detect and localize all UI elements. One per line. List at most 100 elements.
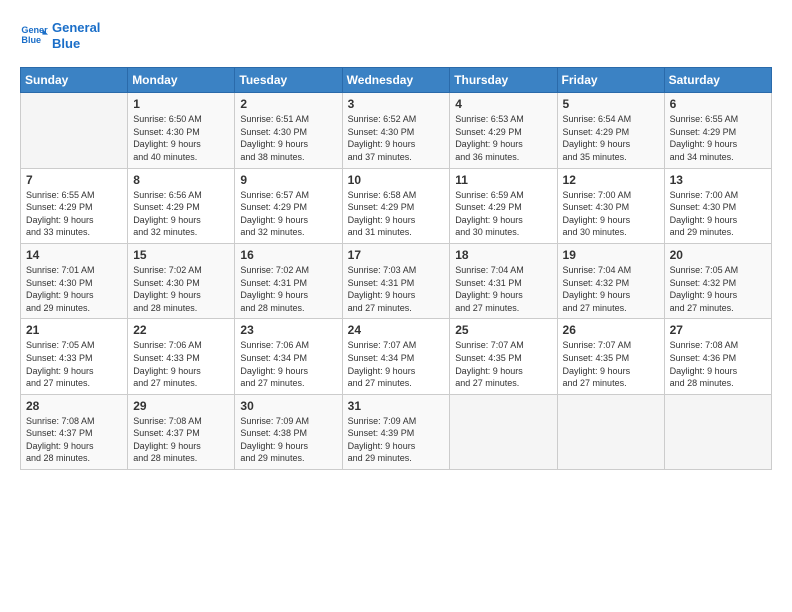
cell-content: Sunrise: 7:06 AM Sunset: 4:33 PM Dayligh… bbox=[133, 339, 229, 389]
day-number: 16 bbox=[240, 248, 336, 262]
day-header-thursday: Thursday bbox=[450, 68, 557, 93]
logo-icon: General Blue bbox=[20, 22, 48, 50]
day-number: 28 bbox=[26, 399, 122, 413]
cell-content: Sunrise: 6:55 AM Sunset: 4:29 PM Dayligh… bbox=[26, 189, 122, 239]
page-header: General Blue GeneralBlue bbox=[20, 20, 772, 51]
day-number: 29 bbox=[133, 399, 229, 413]
day-number: 10 bbox=[348, 173, 445, 187]
day-number: 1 bbox=[133, 97, 229, 111]
calendar-cell: 10 Sunrise: 6:58 AM Sunset: 4:29 PM Dayli… bbox=[342, 168, 450, 243]
calendar-cell: 3 Sunrise: 6:52 AM Sunset: 4:30 PM Daylig… bbox=[342, 93, 450, 168]
calendar-cell: 20Sunrise: 7:05 AM Sunset: 4:32 PM Dayli… bbox=[664, 243, 771, 318]
calendar-cell: 23 Sunrise: 7:06 AM Sunset: 4:34 PM Dayli… bbox=[235, 319, 342, 394]
cell-content: Sunrise: 6:58 AM Sunset: 4:29 PM Dayligh… bbox=[348, 189, 445, 239]
calendar-cell: 30 Sunrise: 7:09 AM Sunset: 4:38 PM Dayli… bbox=[235, 394, 342, 469]
cell-content: Sunrise: 7:00 AM Sunset: 4:30 PM Dayligh… bbox=[670, 189, 766, 239]
calendar-cell: 28 Sunrise: 7:08 AM Sunset: 4:37 PM Dayli… bbox=[21, 394, 128, 469]
day-header-sunday: Sunday bbox=[21, 68, 128, 93]
day-number: 23 bbox=[240, 323, 336, 337]
calendar-cell: 18Sunrise: 7:04 AM Sunset: 4:31 PM Dayli… bbox=[450, 243, 557, 318]
day-header-tuesday: Tuesday bbox=[235, 68, 342, 93]
cell-content: Sunrise: 6:53 AM Sunset: 4:29 PM Dayligh… bbox=[455, 113, 551, 163]
calendar-cell: 14 Sunrise: 7:01 AM Sunset: 4:30 PM Dayli… bbox=[21, 243, 128, 318]
calendar-cell: 26Sunrise: 7:07 AM Sunset: 4:35 PM Dayli… bbox=[557, 319, 664, 394]
cell-content: Sunrise: 7:01 AM Sunset: 4:30 PM Dayligh… bbox=[26, 264, 122, 314]
calendar-cell: 2Sunrise: 6:51 AM Sunset: 4:30 PM Daylig… bbox=[235, 93, 342, 168]
day-number: 30 bbox=[240, 399, 336, 413]
calendar-cell bbox=[450, 394, 557, 469]
day-number: 9 bbox=[240, 173, 336, 187]
cell-content: Sunrise: 6:59 AM Sunset: 4:29 PM Dayligh… bbox=[455, 189, 551, 239]
calendar-cell: 4Sunrise: 6:53 AM Sunset: 4:29 PM Daylig… bbox=[450, 93, 557, 168]
cell-content: Sunrise: 7:06 AM Sunset: 4:34 PM Dayligh… bbox=[240, 339, 336, 389]
day-header-wednesday: Wednesday bbox=[342, 68, 450, 93]
cell-content: Sunrise: 7:07 AM Sunset: 4:34 PM Dayligh… bbox=[348, 339, 445, 389]
cell-content: Sunrise: 7:09 AM Sunset: 4:39 PM Dayligh… bbox=[348, 415, 445, 465]
cell-content: Sunrise: 6:56 AM Sunset: 4:29 PM Dayligh… bbox=[133, 189, 229, 239]
day-header-saturday: Saturday bbox=[664, 68, 771, 93]
day-number: 11 bbox=[455, 173, 551, 187]
day-number: 7 bbox=[26, 173, 122, 187]
calendar-cell: 24Sunrise: 7:07 AM Sunset: 4:34 PM Dayli… bbox=[342, 319, 450, 394]
cell-content: Sunrise: 6:50 AM Sunset: 4:30 PM Dayligh… bbox=[133, 113, 229, 163]
day-number: 21 bbox=[26, 323, 122, 337]
calendar-cell: 22 Sunrise: 7:06 AM Sunset: 4:33 PM Dayli… bbox=[128, 319, 235, 394]
cell-content: Sunrise: 7:02 AM Sunset: 4:31 PM Dayligh… bbox=[240, 264, 336, 314]
calendar-cell: 15Sunrise: 7:02 AM Sunset: 4:30 PM Dayli… bbox=[128, 243, 235, 318]
calendar-cell: 7 Sunrise: 6:55 AM Sunset: 4:29 PM Daylig… bbox=[21, 168, 128, 243]
calendar-cell: 8 Sunrise: 6:56 AM Sunset: 4:29 PM Daylig… bbox=[128, 168, 235, 243]
cell-content: Sunrise: 7:00 AM Sunset: 4:30 PM Dayligh… bbox=[563, 189, 659, 239]
day-number: 12 bbox=[563, 173, 659, 187]
day-number: 5 bbox=[563, 97, 659, 111]
calendar-cell: 6Sunrise: 6:55 AM Sunset: 4:29 PM Daylig… bbox=[664, 93, 771, 168]
cell-content: Sunrise: 7:03 AM Sunset: 4:31 PM Dayligh… bbox=[348, 264, 445, 314]
calendar-cell: 31 Sunrise: 7:09 AM Sunset: 4:39 PM Dayli… bbox=[342, 394, 450, 469]
calendar-cell: 21 Sunrise: 7:05 AM Sunset: 4:33 PM Dayli… bbox=[21, 319, 128, 394]
calendar-cell: 27Sunrise: 7:08 AM Sunset: 4:36 PM Dayli… bbox=[664, 319, 771, 394]
day-number: 3 bbox=[348, 97, 445, 111]
day-number: 20 bbox=[670, 248, 766, 262]
day-number: 14 bbox=[26, 248, 122, 262]
week-row-2: 7 Sunrise: 6:55 AM Sunset: 4:29 PM Daylig… bbox=[21, 168, 772, 243]
cell-content: Sunrise: 7:05 AM Sunset: 4:33 PM Dayligh… bbox=[26, 339, 122, 389]
cell-content: Sunrise: 7:08 AM Sunset: 4:37 PM Dayligh… bbox=[26, 415, 122, 465]
day-number: 6 bbox=[670, 97, 766, 111]
calendar-cell: 13 Sunrise: 7:00 AM Sunset: 4:30 PM Dayli… bbox=[664, 168, 771, 243]
calendar-cell bbox=[557, 394, 664, 469]
day-number: 19 bbox=[563, 248, 659, 262]
calendar-table: SundayMondayTuesdayWednesdayThursdayFrid… bbox=[20, 67, 772, 470]
day-number: 31 bbox=[348, 399, 445, 413]
calendar-cell: 12 Sunrise: 7:00 AM Sunset: 4:30 PM Dayli… bbox=[557, 168, 664, 243]
calendar-cell: 11 Sunrise: 6:59 AM Sunset: 4:29 PM Dayli… bbox=[450, 168, 557, 243]
cell-content: Sunrise: 6:52 AM Sunset: 4:30 PM Dayligh… bbox=[348, 113, 445, 163]
week-row-3: 14 Sunrise: 7:01 AM Sunset: 4:30 PM Dayli… bbox=[21, 243, 772, 318]
week-row-4: 21 Sunrise: 7:05 AM Sunset: 4:33 PM Dayli… bbox=[21, 319, 772, 394]
calendar-body: 1 Sunrise: 6:50 AM Sunset: 4:30 PM Daylig… bbox=[21, 93, 772, 470]
calendar-cell: 1 Sunrise: 6:50 AM Sunset: 4:30 PM Daylig… bbox=[128, 93, 235, 168]
day-number: 17 bbox=[348, 248, 445, 262]
cell-content: Sunrise: 7:08 AM Sunset: 4:37 PM Dayligh… bbox=[133, 415, 229, 465]
cell-content: Sunrise: 6:51 AM Sunset: 4:30 PM Dayligh… bbox=[240, 113, 336, 163]
calendar-header: SundayMondayTuesdayWednesdayThursdayFrid… bbox=[21, 68, 772, 93]
cell-content: Sunrise: 7:07 AM Sunset: 4:35 PM Dayligh… bbox=[455, 339, 551, 389]
day-number: 15 bbox=[133, 248, 229, 262]
day-number: 22 bbox=[133, 323, 229, 337]
week-row-1: 1 Sunrise: 6:50 AM Sunset: 4:30 PM Daylig… bbox=[21, 93, 772, 168]
logo-text: GeneralBlue bbox=[52, 20, 100, 51]
calendar-cell: 25Sunrise: 7:07 AM Sunset: 4:35 PM Dayli… bbox=[450, 319, 557, 394]
svg-text:Blue: Blue bbox=[21, 35, 41, 45]
calendar-cell: 17 Sunrise: 7:03 AM Sunset: 4:31 PM Dayli… bbox=[342, 243, 450, 318]
day-number: 8 bbox=[133, 173, 229, 187]
day-number: 13 bbox=[670, 173, 766, 187]
calendar-cell: 9 Sunrise: 6:57 AM Sunset: 4:29 PM Daylig… bbox=[235, 168, 342, 243]
calendar-cell: 29 Sunrise: 7:08 AM Sunset: 4:37 PM Dayli… bbox=[128, 394, 235, 469]
days-of-week-row: SundayMondayTuesdayWednesdayThursdayFrid… bbox=[21, 68, 772, 93]
cell-content: Sunrise: 7:09 AM Sunset: 4:38 PM Dayligh… bbox=[240, 415, 336, 465]
calendar-cell bbox=[664, 394, 771, 469]
cell-content: Sunrise: 6:54 AM Sunset: 4:29 PM Dayligh… bbox=[563, 113, 659, 163]
calendar-cell: 16 Sunrise: 7:02 AM Sunset: 4:31 PM Dayli… bbox=[235, 243, 342, 318]
calendar-cell bbox=[21, 93, 128, 168]
cell-content: Sunrise: 7:08 AM Sunset: 4:36 PM Dayligh… bbox=[670, 339, 766, 389]
day-number: 18 bbox=[455, 248, 551, 262]
cell-content: Sunrise: 6:57 AM Sunset: 4:29 PM Dayligh… bbox=[240, 189, 336, 239]
